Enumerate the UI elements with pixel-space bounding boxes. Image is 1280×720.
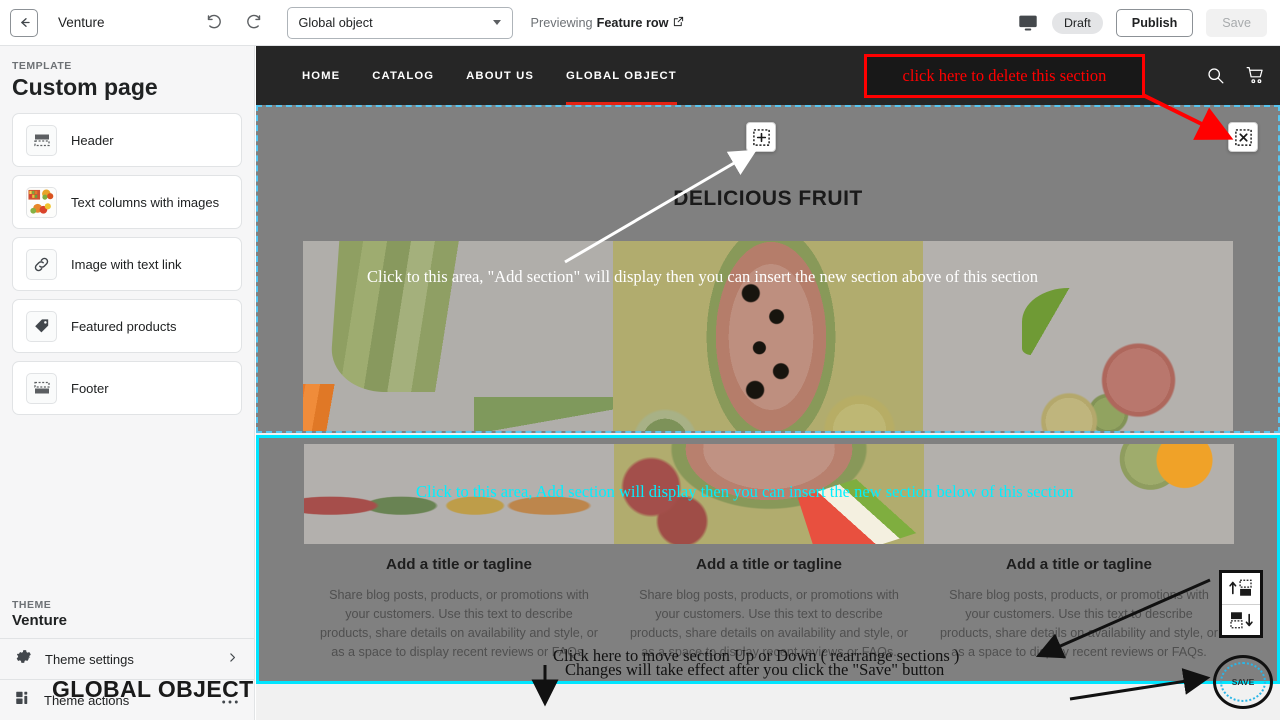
theme-name: Venture xyxy=(12,612,68,629)
previewing-label: Previewing Feature row xyxy=(531,16,684,30)
topbar-actions: Draft Publish Save xyxy=(1017,8,1267,37)
shopping-cart-icon[interactable] xyxy=(1245,65,1266,86)
sidebar-item-label: Text columns with images xyxy=(71,194,220,210)
template-select-value: Global object xyxy=(298,15,373,30)
text-column: Add a title or tagline Share blog posts,… xyxy=(924,556,1234,663)
shop-title: Venture xyxy=(58,15,105,30)
footer-layout-icon xyxy=(26,372,57,404)
sidebar-item-image-with-text-link[interactable]: Image with text link xyxy=(12,237,242,291)
search-icon[interactable] xyxy=(1206,66,1225,85)
page-title: Custom page xyxy=(12,74,158,100)
sidebar-item-header[interactable]: Header xyxy=(12,113,242,167)
add-section-icon[interactable] xyxy=(746,122,776,152)
sidebar-item-text-columns-with-images[interactable]: Text columns with images xyxy=(12,175,242,229)
blocks-icon xyxy=(14,689,32,712)
sidebar-item-featured-products[interactable]: Featured products xyxy=(12,299,242,353)
annotation-add-above-text: Click to this area, "Add section" will d… xyxy=(367,267,1039,286)
chevron-right-icon xyxy=(226,651,239,667)
back-arrow-icon[interactable] xyxy=(10,8,38,37)
header-layout-icon xyxy=(26,124,57,156)
theme-section-label: THEME xyxy=(12,599,52,611)
annotation-save-label: SAVE xyxy=(1220,662,1266,702)
nav-item-about-us[interactable]: ABOUT US xyxy=(466,46,534,105)
editor-top-bar: Venture Global object Previewing Feature… xyxy=(0,0,1280,46)
annotation-save-highlight: SAVE xyxy=(1213,655,1273,709)
image-thumbnail-icon xyxy=(26,186,57,218)
template-select[interactable]: Global object xyxy=(286,6,513,39)
redo-icon[interactable] xyxy=(242,12,263,33)
column-body: Share blog posts, products, or promotion… xyxy=(940,588,1218,660)
theme-settings-row[interactable]: Theme settings xyxy=(0,638,255,679)
sidebar-item-footer[interactable]: Footer xyxy=(12,361,242,415)
move-section-up-icon[interactable] xyxy=(1222,573,1260,604)
sidebar-item-label: Image with text link xyxy=(71,256,182,272)
annotation-add-below-text: Click to this area, Add section will dis… xyxy=(416,482,1074,501)
external-link-icon[interactable] xyxy=(673,16,684,30)
desktop-icon[interactable] xyxy=(1017,12,1039,34)
store-header-icons xyxy=(1206,46,1266,105)
annotation-delete-section-text: click here to delete this section xyxy=(902,66,1107,85)
sidebar: TEMPLATE Custom page Header Text columns… xyxy=(0,46,255,720)
preview-bottom-strip xyxy=(256,684,1280,720)
sidebar-item-label: Footer xyxy=(71,380,109,396)
column-title: Add a title or tagline xyxy=(1006,556,1152,573)
theme-settings-label: Theme settings xyxy=(45,651,134,667)
sidebar-item-label: Featured products xyxy=(71,318,177,334)
column-title: Add a title or tagline xyxy=(696,556,842,573)
previewing-prefix: Previewing xyxy=(530,15,593,30)
chevron-down-icon xyxy=(492,20,501,25)
save-button[interactable]: Save xyxy=(1206,8,1267,37)
link-icon xyxy=(26,248,57,280)
section-one-title: DELICIOUS FRUIT xyxy=(673,187,863,210)
tag-icon xyxy=(26,310,57,342)
undo-redo-group xyxy=(205,12,263,33)
previewing-target: Feature row xyxy=(596,15,669,30)
status-badge: Draft xyxy=(1051,11,1103,34)
annotation-delete-section-box: click here to delete this section xyxy=(864,54,1145,98)
delete-section-icon[interactable] xyxy=(1228,122,1258,152)
sidebar-item-label: Header xyxy=(71,132,114,148)
nav-item-global-object[interactable]: GLOBAL OBJECT xyxy=(565,46,677,105)
publish-button[interactable]: Publish xyxy=(1115,8,1194,37)
column-title: Add a title or tagline xyxy=(386,556,532,573)
annotation-save-note-text: Changes will take effect after you click… xyxy=(565,660,945,679)
move-section-down-icon[interactable] xyxy=(1222,603,1260,636)
preview-footer-title: GLOBAL OBJECT xyxy=(52,676,254,702)
nav-item-catalog[interactable]: CATALOG xyxy=(372,46,434,105)
store-nav: HOME CATALOG ABOUT US GLOBAL OBJECT xyxy=(302,46,677,105)
undo-icon[interactable] xyxy=(205,12,226,33)
nav-item-home[interactable]: HOME xyxy=(302,46,340,105)
sidebar-section-label: TEMPLATE xyxy=(12,60,72,72)
move-section-controls xyxy=(1219,570,1263,638)
gear-icon xyxy=(14,647,33,671)
